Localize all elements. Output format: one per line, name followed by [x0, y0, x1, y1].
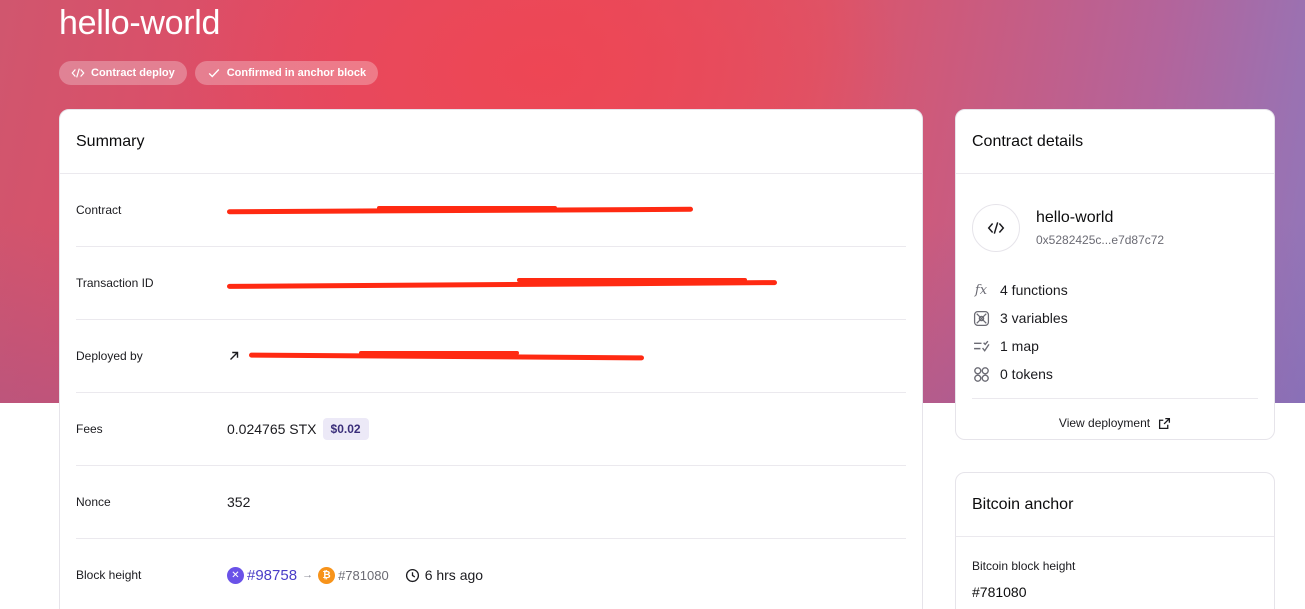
stat-label: 0 tokens: [1000, 366, 1053, 382]
contract-avatar: [972, 204, 1020, 252]
block-height-value: ✕ #98758 → ₿ #781080 6 hrs ago: [227, 566, 483, 584]
clock-icon: [405, 568, 419, 582]
stat-label: 3 variables: [1000, 310, 1068, 326]
stat-label: 1 map: [1000, 338, 1039, 354]
badge-label: Contract deploy: [91, 67, 175, 79]
contract-value-redacted[interactable]: [226, 200, 694, 220]
page-title: hello-world: [59, 4, 221, 42]
deployer-value-redacted[interactable]: [227, 346, 645, 366]
view-deployment-label: View deployment: [1058, 416, 1151, 430]
stat-label: 4 functions: [1000, 282, 1068, 298]
badge-confirmed: Confirmed in anchor block: [194, 61, 379, 85]
arrow-right-icon: →: [302, 569, 314, 581]
time-ago: 6 hrs ago: [424, 567, 484, 583]
badge-label: Confirmed in anchor block: [226, 67, 367, 79]
bitcoin-anchor-card: Bitcoin anchor Bitcoin block height #781…: [955, 472, 1275, 609]
row-label: Nonce: [76, 495, 111, 509]
contract-identity: hello-world 0x5282425c...e7d87c72: [956, 174, 1274, 266]
row-contract: Contract: [76, 174, 906, 247]
bitcoin-anchor-title: Bitcoin anchor: [956, 473, 1274, 537]
stacks-icon: ✕: [227, 566, 244, 584]
row-label: Block height: [76, 568, 142, 582]
row-deployed-by: Deployed by: [76, 320, 906, 393]
function-icon: fx: [974, 282, 988, 298]
tokens-icon: [972, 365, 990, 383]
row-label: Deployed by: [76, 349, 143, 363]
row-fees: Fees 0.024765 STX $0.02: [76, 393, 906, 466]
stat-maps: 1 map: [972, 332, 1258, 360]
nonce-value: 352: [227, 494, 251, 510]
fees-value: 0.024765 STX $0.02: [227, 418, 369, 440]
view-deployment-link[interactable]: View deployment: [956, 399, 1274, 439]
contract-name: hello-world: [1036, 209, 1114, 226]
stat-tokens: 0 tokens: [972, 360, 1258, 388]
arrow-up-right-icon: [230, 351, 239, 360]
bitcoin-block-height-value[interactable]: #781080: [972, 584, 1258, 600]
map-icon: [972, 337, 990, 355]
stat-functions: fx 4 functions: [972, 276, 1258, 304]
redaction-mark: [226, 200, 694, 220]
contract-stats: fx 4 functions 3 variables 1 map 0 token…: [956, 266, 1274, 388]
check-icon: [208, 69, 220, 78]
code-icon: [71, 68, 85, 78]
row-label: Contract: [76, 203, 122, 217]
row-nonce: Nonce 352: [76, 466, 906, 539]
badge-contract-deploy: Contract deploy: [59, 61, 187, 85]
external-link-icon: [1159, 417, 1171, 429]
summary-card: Summary Contract Transaction ID Deployed…: [59, 109, 923, 609]
row-label: Fees: [76, 422, 103, 436]
bitcoin-block-height-label: Bitcoin block height: [972, 559, 1076, 573]
row-label: Transaction ID: [76, 276, 154, 290]
bitcoin-icon: ₿: [318, 566, 336, 584]
stat-variables: 3 variables: [972, 304, 1258, 332]
code-icon: [987, 222, 1005, 234]
txid-value-redacted[interactable]: [226, 273, 778, 293]
row-block-height: Block height ✕ #98758 → ₿ #781080 6 hrs …: [76, 539, 906, 609]
row-transaction-id: Transaction ID: [76, 247, 906, 320]
variables-icon: [972, 309, 990, 327]
summary-title: Summary: [60, 110, 922, 174]
redaction-mark: [226, 273, 778, 293]
stacks-block-link[interactable]: #98758: [247, 567, 297, 584]
contract-hash: 0x5282425c...e7d87c72: [1036, 233, 1165, 247]
bitcoin-block-link[interactable]: #781080: [338, 568, 389, 583]
redaction-mark: [248, 346, 645, 366]
badge-row: Contract deploy Confirmed in anchor bloc…: [59, 61, 379, 85]
contract-details-title: Contract details: [956, 110, 1274, 174]
fees-usd-badge: $0.02: [322, 418, 369, 440]
fees-stx: 0.024765 STX: [227, 421, 317, 437]
block-time: 6 hrs ago: [405, 567, 483, 583]
contract-details-card: Contract details hello-world 0x5282425c.…: [955, 109, 1275, 440]
